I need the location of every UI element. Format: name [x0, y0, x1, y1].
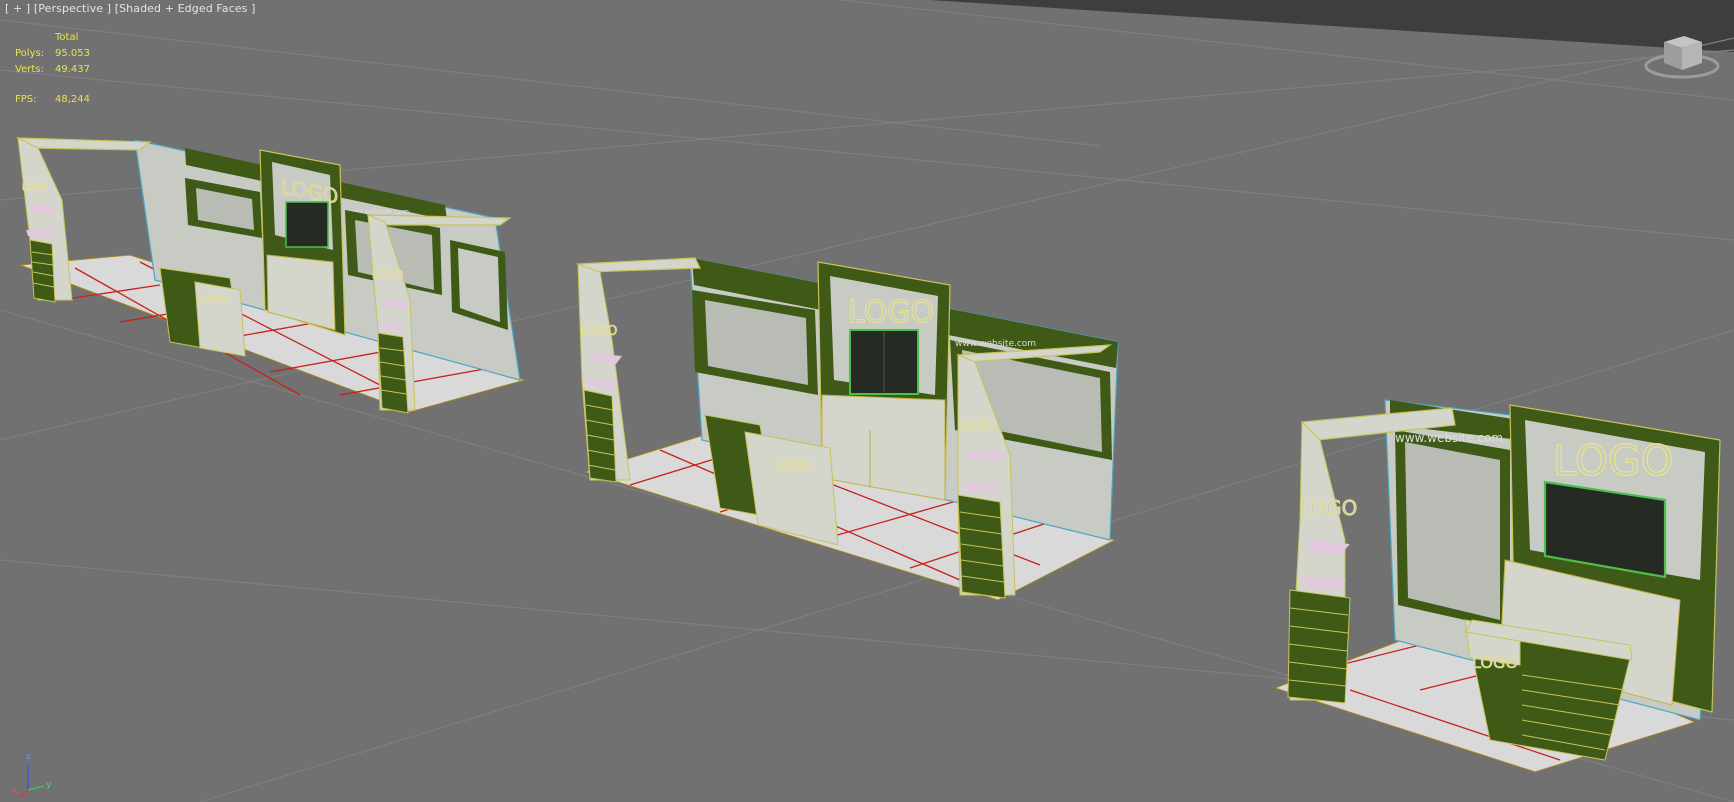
fps-label: FPS: [15, 94, 37, 105]
booth-1-logo-side-right: LOGO [372, 268, 404, 281]
booth-3-counter-logo: LOGO [1472, 653, 1518, 672]
booth-2-logo-main: LOGO [848, 295, 934, 330]
axis-z-label: z [26, 752, 31, 762]
polys-label: Polys: [15, 48, 45, 59]
axis-gizmo [19, 766, 45, 798]
viewport-shading-menu[interactable]: [Shaded + Edged Faces ] [115, 2, 256, 15]
booth-3-logo-main: LOGO [1553, 436, 1674, 485]
booth-2-logo-side: LOGO [580, 324, 617, 339]
booth-2-website: www.website.com [955, 339, 1036, 349]
booth-3-shelf-left [1287, 589, 1351, 704]
booth-1-counter-logo: LOGO [201, 295, 227, 305]
polys-value: 95.053 [55, 48, 90, 59]
booth-2-logo-side-right: LOGO [958, 418, 998, 434]
axis-y-label: y [46, 780, 52, 790]
booth-2[interactable]: LOGO www.website.com LOGO LOGO LOGO [576, 257, 1119, 601]
verts-label: Verts: [15, 64, 44, 75]
far-background [930, 0, 1734, 52]
booth-1-shelf-left [29, 239, 56, 303]
booth-1-shelf-right [377, 332, 409, 414]
booth-1[interactable]: LOGO www.website.com LOGO LOGO LOGO [16, 137, 527, 414]
booth-3-logo-side: LOGO [1300, 496, 1357, 520]
booth-3-website: www.website.com [1395, 431, 1503, 445]
booth-2-counter-logo: LOGO [775, 459, 812, 474]
booth-2-shelf-right [957, 494, 1006, 599]
viewport-view-menu[interactable]: [Perspective ] [34, 2, 111, 15]
viewport-perspective[interactable]: LOGO www.website.com LOGO LOGO LOGO LOGO… [0, 0, 1734, 802]
axis-x-label: x [12, 786, 18, 796]
fps-value: 48,244 [55, 94, 90, 105]
viewport-menu[interactable]: [ + ] [Perspective ] [Shaded + Edged Fac… [5, 2, 256, 15]
booth-1-screen [285, 201, 329, 248]
booth-1-logo-side: LOGO [22, 183, 48, 193]
stats-header: Total [55, 32, 79, 43]
booth-3[interactable]: LOGO www.website.com LOGO LOGO [1273, 399, 1721, 773]
verts-value: 49.437 [55, 64, 90, 75]
scene-canvas[interactable]: LOGO www.website.com LOGO LOGO LOGO LOGO… [0, 0, 1734, 802]
booth-2-canopy-left [576, 257, 701, 273]
viewport-plus-menu[interactable]: [ + ] [5, 2, 30, 15]
statistics-overlay: Total Polys: 95.053 Verts: 49.437 FPS: 48,2… [15, 30, 90, 108]
